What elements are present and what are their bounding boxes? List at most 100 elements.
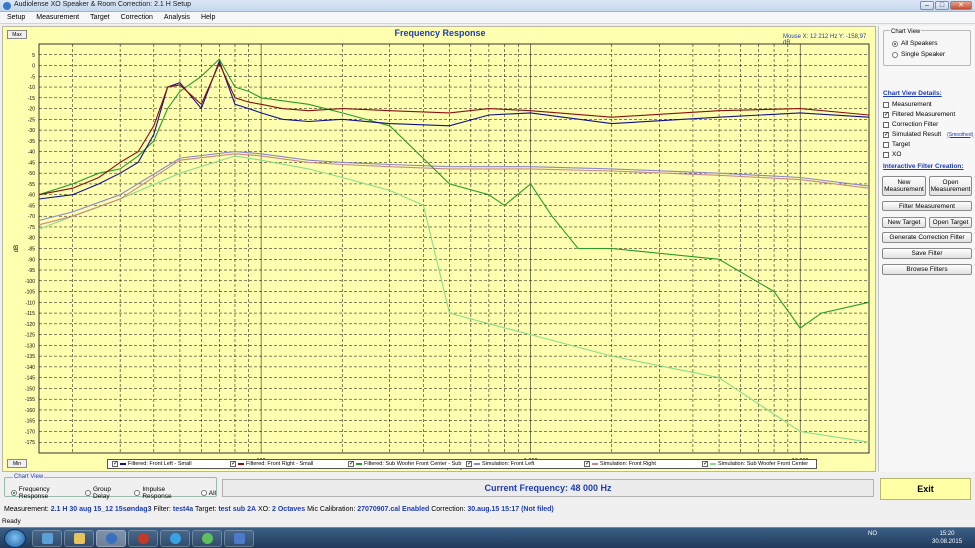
radio-button[interactable] — [892, 40, 898, 47]
menu-bar: Setup Measurement Target Correction Anal… — [0, 12, 975, 24]
status-mic-label: Mic Calibration: — [307, 506, 356, 513]
open-target-button[interactable]: Open Target — [929, 217, 972, 228]
title-bar: Audiolense XO Speaker & Room Correction:… — [0, 0, 975, 12]
check-target[interactable]: Target — [883, 141, 910, 148]
open-measurement-button[interactable]: Open Measurement — [929, 176, 972, 196]
radio-impulse-response[interactable]: Impulse Response — [134, 486, 194, 500]
y-tick-label: -55 — [28, 182, 35, 188]
check-correction-filter[interactable]: Correction Filter — [883, 121, 938, 128]
radio-label: Frequency Response — [18, 486, 50, 500]
chart-title: Frequency Response — [394, 28, 486, 38]
radio-frequency-response[interactable]: Frequency Response — [11, 486, 79, 500]
filter-measurement-button[interactable]: Filter Measurement — [882, 201, 972, 211]
checkbox[interactable] — [883, 101, 889, 108]
minimize-button[interactable]: – — [920, 1, 934, 10]
radio-button[interactable] — [11, 490, 17, 496]
legend-checkbox[interactable]: ✓ — [466, 461, 472, 467]
legend-checkbox[interactable]: ✓ — [584, 461, 590, 467]
exit-button[interactable]: Exit — [880, 478, 971, 500]
menu-analysis[interactable]: Analysis — [157, 12, 194, 23]
current-frequency: Current Frequency: 48 000 Hz — [222, 479, 874, 497]
tray-language[interactable]: NO — [868, 531, 877, 537]
radio-button[interactable] — [892, 51, 898, 58]
menu-target[interactable]: Target — [83, 12, 113, 23]
checkbox[interactable]: ✓ — [883, 131, 889, 138]
y-tick-label: -40 — [28, 150, 35, 156]
legend-checkbox[interactable]: ✓ — [112, 461, 118, 467]
taskbar-save-icon[interactable] — [224, 530, 254, 547]
checkbox[interactable] — [883, 121, 889, 128]
checkbox[interactable] — [883, 151, 889, 158]
min-button[interactable]: Min — [7, 459, 27, 468]
menu-setup[interactable]: Setup — [0, 12, 29, 23]
y-tick-label: -30 — [28, 128, 35, 134]
new-measurement-button[interactable]: New Measurement — [882, 176, 926, 196]
radio-button[interactable] — [200, 490, 207, 496]
max-button[interactable]: Max — [7, 30, 27, 39]
radio-group-delay[interactable]: Group Delay — [85, 486, 128, 500]
legend-item[interactable]: ✓ Filtered: Sub Woofer Front Center - Sub — [344, 460, 462, 468]
check-measurement[interactable]: Measurement — [883, 101, 932, 108]
legend-label: Simulation: Front Right — [600, 461, 656, 467]
legend-item[interactable]: ✓ Filtered: Front Left - Small — [108, 460, 226, 468]
legend-checkbox[interactable]: ✓ — [702, 461, 708, 467]
chart-view-group: Chart View All Speakers Single Speaker — [883, 29, 971, 66]
status-mic: 27070907.cal Enabled — [357, 506, 430, 513]
y-tick-label: -130 — [25, 343, 35, 349]
legend-item[interactable]: ✓ Simulation: Sub Woofer Front Center — [698, 460, 816, 468]
y-tick-label: -110 — [25, 300, 35, 306]
radio-label: All — [208, 489, 216, 497]
new-target-button[interactable]: New Target — [882, 217, 926, 228]
legend-item[interactable]: ✓ Filtered: Front Right - Small — [226, 460, 344, 468]
taskbar-audiolense-icon[interactable] — [96, 530, 126, 547]
menu-correction[interactable]: Correction — [114, 12, 157, 23]
legend-item[interactable]: ✓ Simulation: Front Right — [580, 460, 698, 468]
check-label: XO — [892, 151, 902, 158]
taskbar-media-icon[interactable] — [32, 530, 62, 547]
status-correction-label: Correction: — [431, 506, 466, 513]
clock-time: 15:20 — [939, 531, 955, 537]
y-tick-label: 5 — [32, 53, 35, 59]
legend-item[interactable]: ✓ Simulation: Front Left — [462, 460, 580, 468]
check-filtered-measurement[interactable]: ✓ Filtered Measurement — [883, 111, 955, 118]
tray-clock[interactable]: 15:20 30.08.2015 — [932, 530, 962, 546]
checkbox[interactable]: ✓ — [883, 111, 889, 118]
legend-checkbox[interactable]: ✓ — [348, 461, 354, 467]
checkbox[interactable] — [883, 141, 889, 148]
taskbar-folder-icon[interactable] — [64, 530, 94, 547]
bottom-bar: Chart View Frequency Response Group Dela… — [2, 474, 876, 500]
y-tick-label: -165 — [25, 419, 35, 425]
taskbar-app-icon[interactable] — [128, 530, 158, 547]
start-button[interactable] — [4, 529, 26, 548]
y-tick-label: -5 — [31, 74, 36, 80]
legend-label: Simulation: Front Left — [482, 461, 535, 467]
radio-single-speaker[interactable]: Single Speaker — [892, 51, 945, 58]
y-tick-label: -125 — [25, 333, 35, 339]
radio-button[interactable] — [85, 490, 91, 496]
frequency-response-chart[interactable]: 5 0 -5 -10 -15 -20 -25 -30 -35 -40 -45 -50 -55 -60 -65… — [2, 26, 876, 472]
taskbar-browser-icon[interactable] — [160, 530, 190, 547]
legend-checkbox[interactable]: ✓ — [230, 461, 236, 467]
check-label: Filtered Measurement — [892, 111, 956, 118]
radio-all-speakers[interactable]: All Speakers — [892, 40, 938, 47]
status-filter-label: Filter: — [153, 506, 171, 513]
check-label: Target — [892, 141, 911, 148]
maximize-button[interactable]: □ — [935, 1, 949, 10]
clock-date: 30.08.2015 — [932, 539, 963, 545]
smoothed-link[interactable]: (Smoothed) — [947, 132, 973, 138]
y-tick-label: -70 — [28, 214, 35, 220]
close-button[interactable]: ✕ — [950, 1, 972, 10]
menu-measurement[interactable]: Measurement — [29, 12, 83, 23]
radio-all[interactable]: All — [200, 486, 216, 500]
status-target-label: Target: — [194, 506, 217, 513]
browse-filters-button[interactable]: Browse Filters — [882, 264, 972, 275]
radio-button[interactable] — [134, 490, 141, 496]
radio-label: Single Speaker — [901, 51, 946, 58]
y-tick-label: -170 — [25, 429, 35, 435]
check-simulated-result[interactable]: ✓ Simulated Result (Smoothed) — [883, 131, 973, 138]
menu-help[interactable]: Help — [194, 12, 219, 23]
taskbar-network-icon[interactable] — [192, 530, 222, 547]
generate-correction-filter-button[interactable]: Generate Correction Filter — [882, 232, 972, 243]
check-xo[interactable]: XO — [883, 151, 901, 158]
save-filter-button[interactable]: Save Filter — [882, 248, 972, 259]
